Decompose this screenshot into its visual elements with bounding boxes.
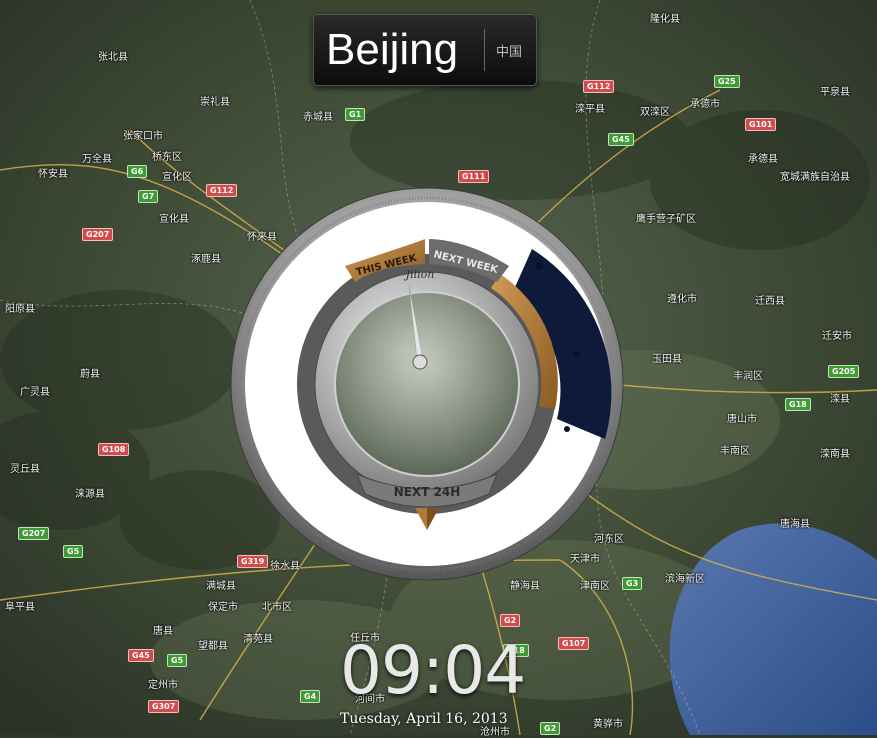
map-place-label: 迁西县 (755, 296, 785, 307)
map-place-label: 桥东区 (152, 152, 182, 163)
map-place-label: 迁安市 (822, 331, 852, 342)
highway-shield: G18 (785, 398, 811, 411)
map-place-label: 涞源县 (75, 489, 105, 500)
map-place-label: 万全县 (82, 154, 112, 165)
needle-hub (412, 354, 428, 370)
map-place-label: 遵化市 (667, 294, 697, 305)
map-place-label: 阜平县 (5, 602, 35, 613)
highway-shield: G108 (98, 443, 130, 456)
divider (484, 29, 485, 71)
map-place-label: 阳原县 (5, 304, 35, 315)
map-place-label: 蔚县 (80, 369, 100, 380)
weather-dial[interactable]: THIS WEEK NEXT WEEK Jilion NEXT 24H (227, 184, 627, 584)
city-name: Beijing (326, 25, 459, 74)
city-header[interactable]: Beijing 中国 (313, 14, 537, 86)
highway-shield: G111 (458, 170, 490, 183)
highway-shield: G45 (608, 133, 634, 146)
highway-shield: G207 (18, 527, 50, 540)
highway-shield: G25 (714, 75, 740, 88)
highway-shield: G2 (500, 614, 521, 627)
map-place-label: 定州市 (148, 680, 178, 691)
brand-label: Jilion (404, 268, 435, 281)
map-place-label: 北市区 (262, 602, 292, 613)
map-place-label: 黄骅市 (593, 719, 623, 730)
map-place-label: 怀安县 (38, 169, 68, 180)
map-place-label: 赤城县 (303, 112, 333, 123)
highway-shield: G1 (345, 108, 366, 121)
map-place-label: 清苑县 (243, 634, 273, 645)
map-place-label: 鹰手营子矿区 (636, 214, 696, 225)
current-time: 09:04 (340, 632, 526, 709)
map-place-label: 宣化县 (159, 214, 189, 225)
map-place-label: 广灵县 (20, 387, 50, 398)
map-place-label: 望都县 (198, 641, 228, 652)
highway-shield: G5 (63, 545, 84, 558)
map-place-label: 唐海县 (780, 519, 810, 530)
highway-shield: G45 (128, 649, 154, 662)
highway-shield: G2 (540, 722, 561, 735)
current-date: Tuesday, April 16, 2013 (340, 711, 508, 727)
map-place-label: 张北县 (98, 52, 128, 63)
map-place-label: 双滦区 (640, 107, 670, 118)
next-24h-label: NEXT 24H (394, 485, 461, 499)
map-place-label: 平泉县 (820, 87, 850, 98)
map-place-label: 唐县 (153, 626, 173, 637)
highway-shield: G112 (583, 80, 615, 93)
highway-shield: G101 (745, 118, 777, 131)
highway-shield: G107 (558, 637, 590, 650)
highway-shield: G207 (82, 228, 114, 241)
map-place-label: 丰南区 (720, 446, 750, 457)
dial-glass (334, 291, 520, 477)
map-place-label: 丰润区 (733, 371, 763, 382)
highway-shield: G307 (148, 700, 180, 713)
map-place-label: 滦南县 (820, 449, 850, 460)
map-place-label: 隆化县 (650, 14, 680, 25)
highway-shield: G7 (138, 190, 159, 203)
map-place-label: 崇礼县 (200, 97, 230, 108)
map-place-label: 涿鹿县 (191, 254, 221, 265)
map-place-label: 保定市 (208, 602, 238, 613)
highway-shield: G4 (300, 690, 321, 703)
map-place-label: 宣化区 (162, 172, 192, 183)
map-place-label: 滦平县 (575, 104, 605, 115)
map-place-label: 玉田县 (652, 354, 682, 365)
map-place-label: 张家口市 (123, 131, 163, 142)
map-place-label: 承德市 (690, 99, 720, 110)
country-name: 中国 (496, 45, 523, 60)
map-place-label: 宽城满族自治县 (780, 172, 850, 183)
map-place-label: 灵丘县 (10, 464, 40, 475)
map-place-label: 滦县 (830, 394, 850, 405)
highway-shield: G6 (127, 165, 148, 178)
map-place-label: 唐山市 (727, 414, 757, 425)
highway-shield: G205 (828, 365, 860, 378)
map-place-label: 滨海新区 (665, 574, 705, 585)
map-place-label: 承德县 (748, 154, 778, 165)
highway-shield: G5 (167, 654, 188, 667)
